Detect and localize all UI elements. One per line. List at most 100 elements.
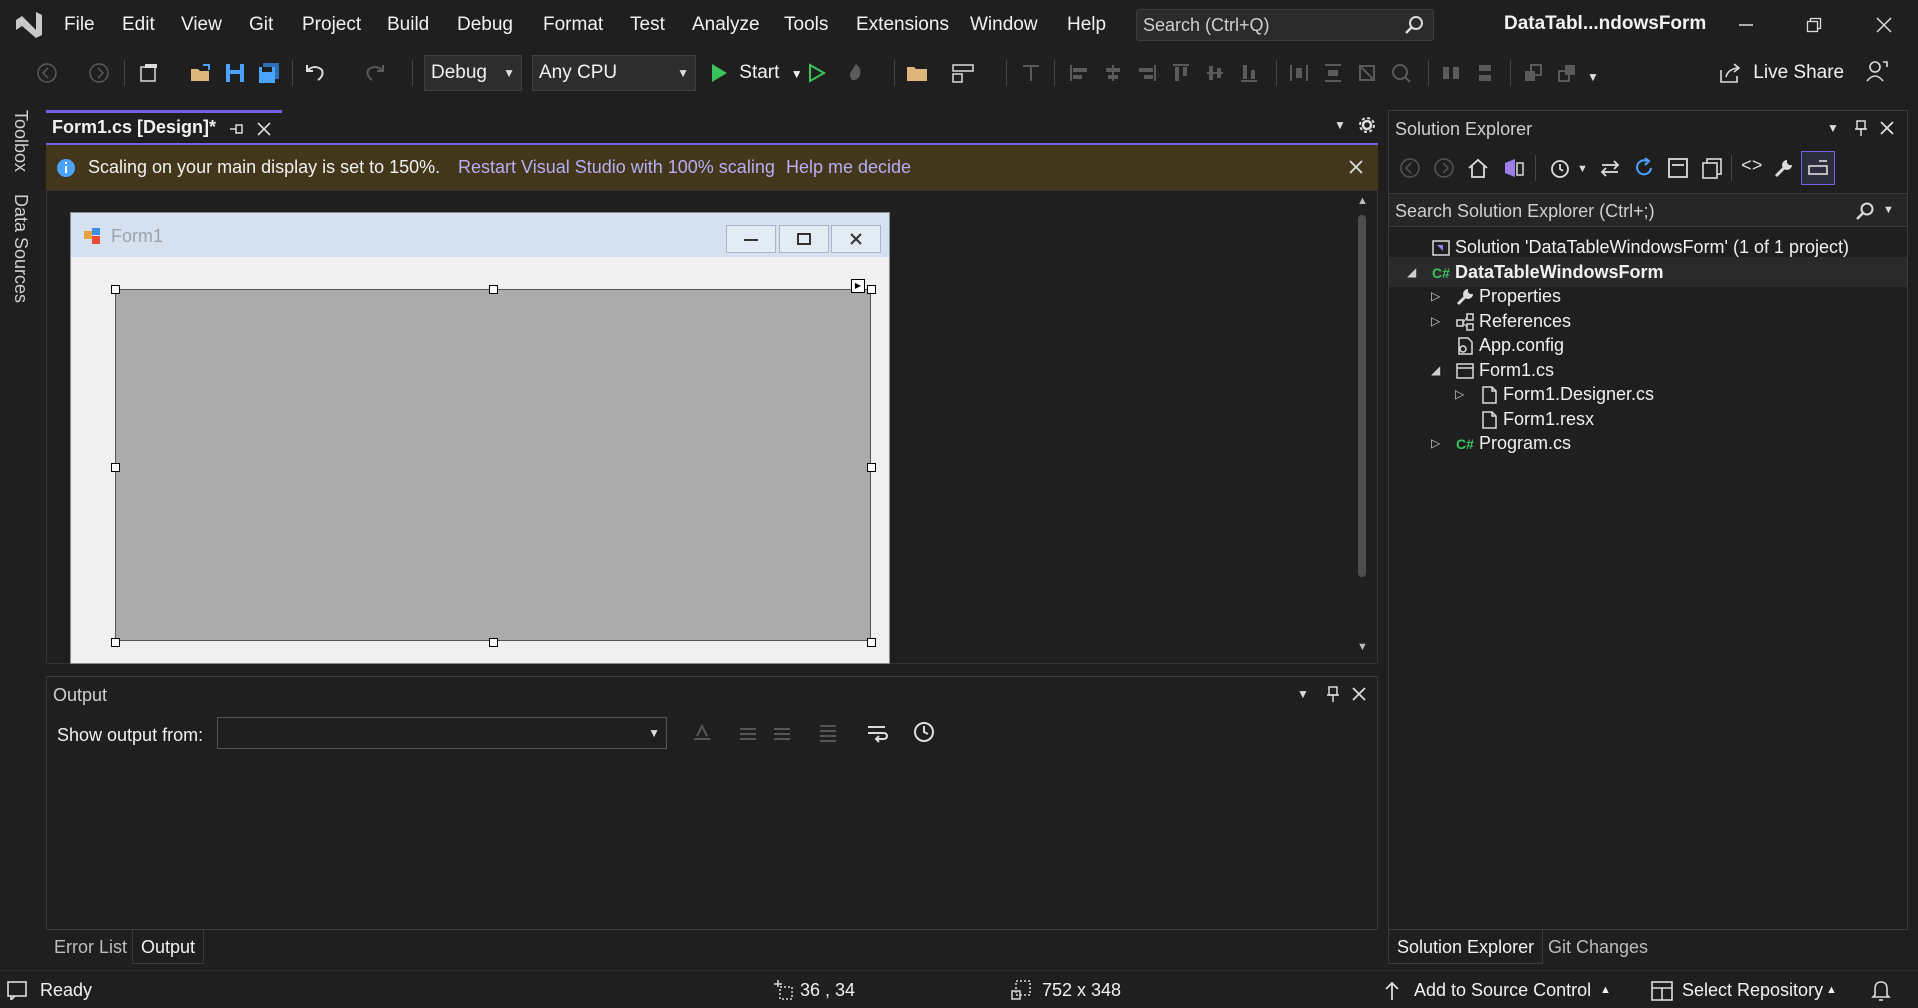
menu-test[interactable]: Test [630, 0, 665, 50]
menu-file[interactable]: File [64, 0, 95, 50]
close-window-button[interactable] [1864, 8, 1904, 42]
data-sources-tab[interactable]: Data Sources [10, 194, 31, 303]
menu-extensions[interactable]: Extensions [856, 0, 949, 50]
resize-handle-top-right[interactable] [867, 285, 876, 294]
view-code-icon[interactable]: <> [1741, 157, 1763, 177]
output-source-dropdown[interactable]: ▼ [217, 717, 667, 749]
resize-handle-bottom-left[interactable] [111, 638, 120, 647]
resize-handle-bottom-right[interactable] [867, 638, 876, 647]
align-tops-button[interactable] [1168, 60, 1194, 86]
layout-button[interactable] [950, 60, 976, 86]
tree-item[interactable]: ▷ C# Program.cs [1389, 428, 1907, 458]
zoom-designer-button[interactable] [1388, 60, 1414, 86]
restart-with-100-scaling-link[interactable]: Restart Visual Studio with 100% scaling [458, 157, 775, 178]
solution-platform-dropdown[interactable]: Any CPU ▼ [532, 55, 696, 91]
smart-tag-arrow-icon[interactable]: ▶ [851, 279, 865, 293]
restore-window-button[interactable] [1794, 8, 1834, 42]
tree-expander-icon[interactable]: ▷ [1431, 428, 1440, 458]
menu-build[interactable]: Build [387, 0, 429, 50]
wrench-icon[interactable] [1773, 157, 1795, 179]
close-tab-icon[interactable] [256, 121, 272, 137]
solution-configuration-dropdown[interactable]: Debug ▼ [424, 55, 522, 91]
scroll-down-icon[interactable]: ▼ [1357, 641, 1368, 653]
solution-view-button[interactable] [904, 60, 930, 86]
navigate-forward-button[interactable] [86, 60, 112, 86]
bring-to-front-button[interactable] [1520, 60, 1546, 86]
new-project-button[interactable] [136, 60, 162, 86]
resize-handle-middle-left[interactable] [111, 463, 120, 472]
toolbox-tab[interactable]: Toolbox [10, 110, 31, 172]
align-lefts-button[interactable] [1066, 60, 1092, 86]
solution-explorer-search-box[interactable]: Search Solution Explorer (Ctrl+;) ▼ [1389, 193, 1907, 227]
menu-project[interactable]: Project [302, 0, 361, 50]
toggle-word-wrap-icon[interactable] [865, 721, 889, 743]
make-same-width-button[interactable] [1286, 60, 1312, 86]
chevron-down-icon[interactable]: ▼ [1577, 163, 1588, 175]
sync-with-active-document-icon[interactable] [1599, 157, 1621, 179]
switch-views-icon[interactable] [1501, 157, 1525, 179]
minimize-window-button[interactable] [1726, 8, 1766, 42]
menu-tools[interactable]: Tools [784, 0, 828, 50]
refresh-icon[interactable] [1633, 157, 1655, 179]
save-all-button[interactable] [256, 60, 282, 86]
start-without-debugging-button[interactable] [803, 60, 829, 86]
find-message-icon[interactable] [691, 721, 713, 743]
global-search-box[interactable]: Search (Ctrl+Q) [1136, 9, 1434, 41]
horizontal-spacing-button[interactable] [1438, 60, 1464, 86]
pin-icon[interactable] [1853, 119, 1869, 137]
redo-button[interactable] [362, 60, 388, 86]
resize-handle-middle-right[interactable] [867, 463, 876, 472]
close-panel-icon[interactable] [1351, 686, 1367, 702]
show-all-files-icon[interactable] [1701, 157, 1723, 179]
close-info-bar-icon[interactable] [1348, 159, 1364, 175]
collapse-all-icon[interactable] [1667, 157, 1689, 179]
visual-studio-logo-icon[interactable] [12, 8, 46, 42]
go-to-previous-message-icon[interactable] [737, 721, 759, 743]
pin-icon[interactable] [1325, 685, 1341, 703]
align-to-grid-button[interactable] [1018, 60, 1044, 86]
start-debugging-button[interactable]: Start ▼ [710, 55, 803, 91]
notifications-bell-icon[interactable] [1870, 979, 1892, 1001]
scroll-up-icon[interactable]: ▲ [1357, 195, 1368, 207]
menu-view[interactable]: View [181, 0, 222, 50]
tab-form1-design[interactable]: Form1.cs [Design]* [46, 110, 282, 144]
panel-options-dropdown-icon[interactable]: ▼ [1827, 121, 1839, 135]
align-middles-button[interactable] [1202, 60, 1228, 86]
tab-output[interactable]: Output [132, 930, 205, 964]
hot-reload-button[interactable] [843, 60, 869, 86]
align-bottoms-button[interactable] [1236, 60, 1262, 86]
clear-all-icon[interactable] [817, 721, 839, 743]
close-panel-icon[interactable] [1879, 120, 1895, 136]
make-same-height-button[interactable] [1320, 60, 1346, 86]
pin-icon[interactable] [228, 121, 244, 137]
menu-edit[interactable]: Edit [122, 0, 155, 50]
menu-format[interactable]: Format [543, 0, 603, 50]
tab-list-dropdown-icon[interactable]: ▼ [1334, 118, 1346, 132]
tab-solution-explorer[interactable]: Solution Explorer [1388, 930, 1544, 964]
align-rights-button[interactable] [1134, 60, 1160, 86]
form1-window[interactable]: Form1 ▶ [70, 212, 890, 664]
gear-icon[interactable] [1358, 116, 1376, 134]
back-arrow-icon[interactable] [1399, 157, 1421, 179]
menu-debug[interactable]: Debug [457, 0, 513, 50]
resize-handle-bottom-center[interactable] [489, 638, 498, 647]
menu-help[interactable]: Help [1067, 0, 1106, 50]
live-share-button[interactable]: Live Share [1718, 55, 1844, 91]
menu-window[interactable]: Window [970, 0, 1038, 50]
help-me-decide-link[interactable]: Help me decide [786, 157, 911, 178]
tab-error-list[interactable]: Error List [46, 930, 135, 964]
clock-icon[interactable] [913, 721, 935, 743]
resize-handle-top-center[interactable] [489, 285, 498, 294]
output-options-dropdown-icon[interactable]: ▼ [1297, 687, 1309, 701]
menu-analyze[interactable]: Analyze [692, 0, 760, 50]
tab-git-changes[interactable]: Git Changes [1540, 930, 1656, 964]
scrollbar-thumb[interactable] [1358, 215, 1366, 577]
home-icon[interactable] [1467, 157, 1489, 179]
send-to-back-button[interactable] [1554, 60, 1580, 86]
toolbar-options-button[interactable]: ▼ [1580, 64, 1606, 90]
save-button[interactable] [222, 60, 248, 86]
forward-arrow-icon[interactable] [1433, 157, 1455, 179]
navigate-back-button[interactable] [34, 60, 60, 86]
pending-changes-filter-icon[interactable] [1549, 157, 1573, 179]
resize-handle-top-left[interactable] [111, 285, 120, 294]
